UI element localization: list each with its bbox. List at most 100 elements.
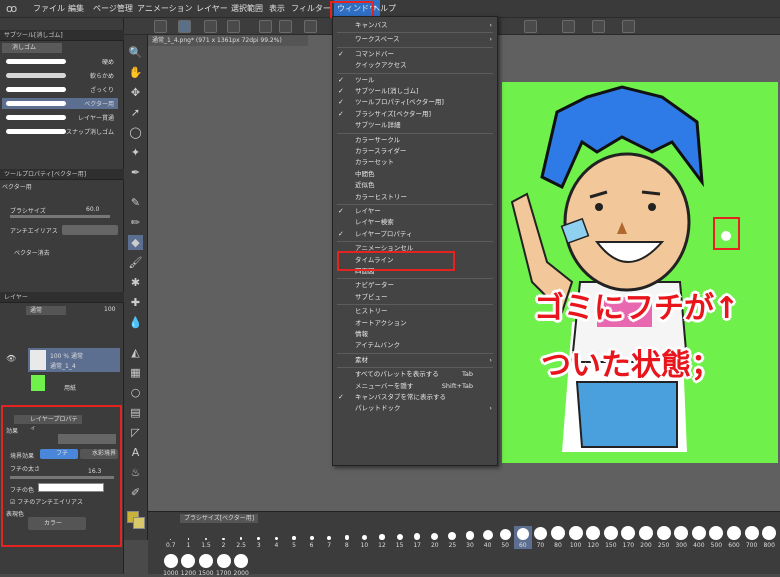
subtool-item[interactable]: レイヤー貫通 [2, 112, 118, 123]
brush-size-preset[interactable]: 2.5 [232, 526, 250, 549]
decoration-icon[interactable]: ✚ [128, 295, 143, 310]
snap-grid-icon[interactable] [622, 20, 635, 33]
hand-icon[interactable]: ✋ [128, 65, 143, 80]
ruler-icon[interactable]: ◸ [128, 425, 143, 440]
subtool-item[interactable]: ざっくり [2, 84, 118, 95]
window-menu-item[interactable]: サブツール詳細 [333, 120, 497, 131]
window-menu-item[interactable]: 中間色 [333, 169, 497, 180]
brush-size-preset[interactable]: 70 [532, 526, 550, 549]
eye-icon[interactable]: 👁 [6, 354, 16, 363]
window-menu-item[interactable]: オートアクション [333, 318, 497, 329]
window-menu-item[interactable]: パレットドック › [333, 403, 497, 414]
subtool-tab-eraser[interactable]: 消しゴム [2, 43, 62, 53]
brush-size-preset[interactable]: 50 [496, 526, 514, 549]
window-menu-item[interactable]: ✓ レイヤープロパティ [333, 229, 497, 240]
window-menu-item[interactable]: サブビュー [333, 292, 497, 303]
move-icon[interactable]: ✥ [128, 85, 143, 100]
show-selection-icon[interactable] [524, 20, 537, 33]
subtool-item[interactable]: 硬め [2, 56, 118, 67]
brush-size-preset[interactable]: 12 [373, 526, 391, 549]
brush-icon[interactable]: 🖌 [128, 255, 143, 270]
window-menu-item[interactable]: 情報 [333, 329, 497, 340]
document-tab[interactable]: 通常_1_4.png* (971 x 1361px 72dpi 99.2%) [148, 35, 308, 46]
brush-size-preset[interactable]: 10 [356, 526, 374, 549]
eraser-icon[interactable]: ◆ [128, 235, 143, 250]
brush-size-preset[interactable]: 200 [637, 526, 655, 549]
brush-size-preset[interactable]: 1.5 [197, 526, 215, 549]
brush-size-preset[interactable]: 20 [426, 526, 444, 549]
brush-size-preset[interactable]: 120 [584, 526, 602, 549]
brush-size-preset[interactable]: 500 [708, 526, 726, 549]
subtool-item-selected[interactable]: ベクター用 [2, 98, 118, 109]
window-menu-item[interactable]: ✓ キャンバスタブを常に表示する [333, 392, 497, 403]
snap-ruler-icon[interactable] [562, 20, 575, 33]
brush-size-preset[interactable]: 400 [690, 526, 708, 549]
brush-size-preset[interactable]: 150 [602, 526, 620, 549]
airbrush-icon[interactable]: ✱ [128, 275, 143, 290]
frame-icon[interactable]: ▤ [128, 405, 143, 420]
layer-row-paper[interactable]: 用紙 [28, 373, 120, 393]
fill-icon[interactable]: ◭ [128, 345, 143, 360]
brush-size-preset[interactable]: 700 [743, 526, 761, 549]
menu-layer[interactable]: レイヤー [196, 0, 228, 18]
brush-size-preset[interactable]: 5 [285, 526, 303, 549]
snap-special-ruler-icon[interactable] [592, 20, 605, 33]
window-menu-item[interactable]: すべてのパレットを表示する Tab [333, 369, 497, 380]
window-menu-item[interactable]: ✓ ブラシサイズ[ベクター用] [333, 109, 497, 120]
window-menu-item[interactable]: アイテムバンク [333, 340, 497, 351]
pen-icon[interactable]: ✎ [128, 195, 143, 210]
layer-row-selected[interactable]: 100 % 通常 通常_1_4 [28, 348, 120, 372]
brush-size-preset[interactable]: 600 [725, 526, 743, 549]
auto-select-icon[interactable]: ✦ [128, 145, 143, 160]
layer-opacity[interactable]: 100 [104, 306, 115, 313]
gradient-icon[interactable]: ▦ [128, 365, 143, 380]
window-menu-item[interactable]: ✓ コマンドバー [333, 49, 497, 60]
menu-view[interactable]: 表示 [269, 0, 285, 18]
brush-size-preset[interactable]: 800 [760, 526, 778, 549]
correct-line-icon[interactable]: ✐ [128, 485, 143, 500]
window-menu-item[interactable]: ✓ レイヤー [333, 206, 497, 217]
window-menu-item[interactable]: ✓ ツールプロパティ[ベクター用] [333, 97, 497, 108]
redo-icon[interactable] [279, 20, 292, 33]
zoom-icon[interactable]: 🔍 [128, 45, 143, 60]
brush-size-preset[interactable]: 80 [549, 526, 567, 549]
selection-icon[interactable]: ◯ [128, 125, 143, 140]
eyedropper-icon[interactable]: ✒ [128, 165, 143, 180]
brush-size-preset[interactable]: 60 [514, 526, 532, 549]
brush-size-preset[interactable]: 0.7 [162, 526, 180, 549]
new-canvas-icon[interactable] [178, 20, 191, 33]
clear-icon[interactable] [304, 20, 317, 33]
operation-icon[interactable]: ➚ [128, 105, 143, 120]
brush-size-preset[interactable]: 17 [408, 526, 426, 549]
window-menu-item[interactable]: 素材 › [333, 355, 497, 366]
brush-size-preset[interactable]: 3 [250, 526, 268, 549]
open-icon[interactable] [204, 20, 217, 33]
window-menu-item[interactable]: カラースライダー [333, 146, 497, 157]
save-icon[interactable] [227, 20, 240, 33]
brush-size-value[interactable]: 60.0 [86, 206, 99, 213]
window-menu-item[interactable]: クイックアクセス [333, 60, 497, 71]
window-menu-item[interactable]: カラーセット [333, 157, 497, 168]
subtool-item[interactable]: スナップ消しゴム [2, 126, 118, 137]
aa-selector[interactable] [62, 225, 118, 235]
menu-icon[interactable] [154, 20, 167, 33]
window-menu-item[interactable]: カラーヒストリー [333, 192, 497, 203]
menu-edit[interactable]: 編集 [68, 0, 84, 18]
window-menu-item[interactable]: ワークスペース › [333, 34, 497, 45]
window-menu-item[interactable]: ✓ サブツール[消しゴム] [333, 86, 497, 97]
blend-icon[interactable]: 💧 [128, 315, 143, 330]
brush-size-preset[interactable]: 30 [461, 526, 479, 549]
sub-color-swatch[interactable] [133, 517, 145, 529]
brush-size-preset[interactable]: 6 [303, 526, 321, 549]
brush-size-preset[interactable]: 25 [444, 526, 462, 549]
app-logo-icon[interactable]: ꝏ [6, 0, 17, 18]
brush-size-preset[interactable]: 100 [567, 526, 585, 549]
window-menu-item[interactable]: レイヤー検索 [333, 217, 497, 228]
brush-size-preset[interactable]: 300 [672, 526, 690, 549]
brush-size-preset[interactable]: 4 [268, 526, 286, 549]
balloon-icon[interactable]: ♨ [128, 465, 143, 480]
brush-size-preset[interactable]: 2 [215, 526, 233, 549]
menu-file[interactable]: ファイル [33, 0, 65, 18]
brush-size-preset[interactable]: 8 [338, 526, 356, 549]
window-menu-item[interactable]: メニューバーを隠す Shift+Tab [333, 381, 497, 392]
